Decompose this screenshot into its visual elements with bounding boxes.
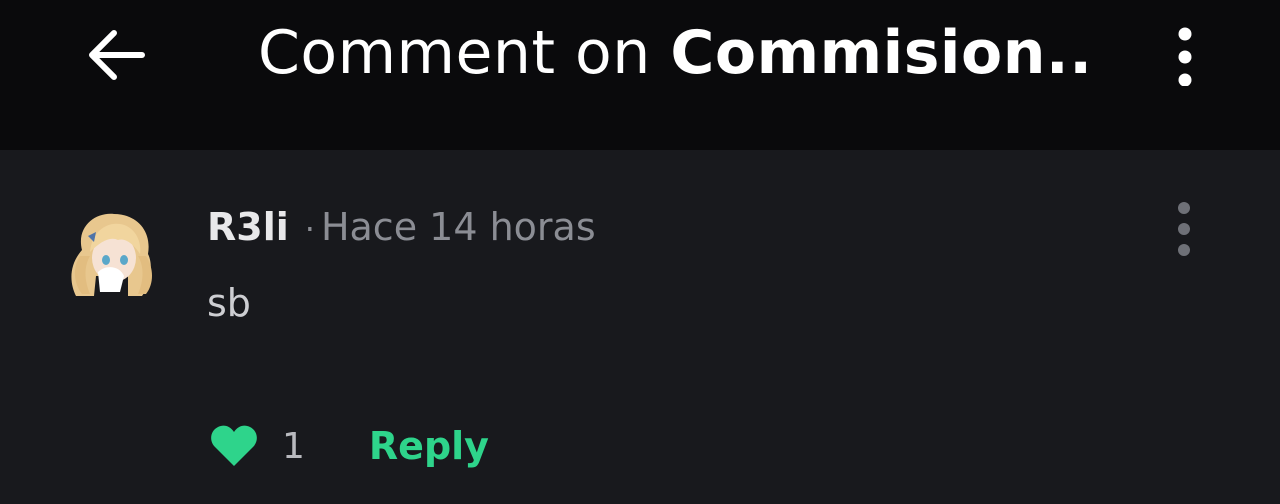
heart-icon	[211, 425, 257, 466]
more-vertical-icon	[1178, 27, 1192, 86]
avatar[interactable]	[62, 206, 162, 302]
meta-separator: ·	[304, 210, 315, 248]
page-title: Comment on Commision..	[258, 16, 1093, 90]
top-app-bar: Comment on Commision..	[0, 0, 1280, 150]
comment-actions: 1 Reply	[210, 418, 489, 474]
reply-button[interactable]: Reply	[369, 424, 489, 468]
comment-text: sb	[207, 281, 251, 325]
overflow-menu-button[interactable]	[1160, 18, 1210, 92]
comment-item: R3li · Hace 14 horas sb 1 Reply	[0, 150, 1280, 504]
title-post-name: Commision..	[670, 18, 1093, 88]
like-count: 1	[282, 425, 305, 467]
like-button[interactable]: 1	[210, 425, 305, 467]
arrow-left-icon	[89, 30, 145, 80]
title-prefix: Comment on	[258, 18, 671, 88]
comment-timestamp: Hace 14 horas	[320, 205, 596, 249]
comment-meta: R3li · Hace 14 horas	[207, 200, 596, 254]
comment-menu-button[interactable]	[1164, 192, 1204, 266]
more-vertical-icon	[1178, 202, 1190, 256]
comment-author[interactable]: R3li	[207, 205, 289, 249]
back-button[interactable]	[78, 18, 152, 92]
